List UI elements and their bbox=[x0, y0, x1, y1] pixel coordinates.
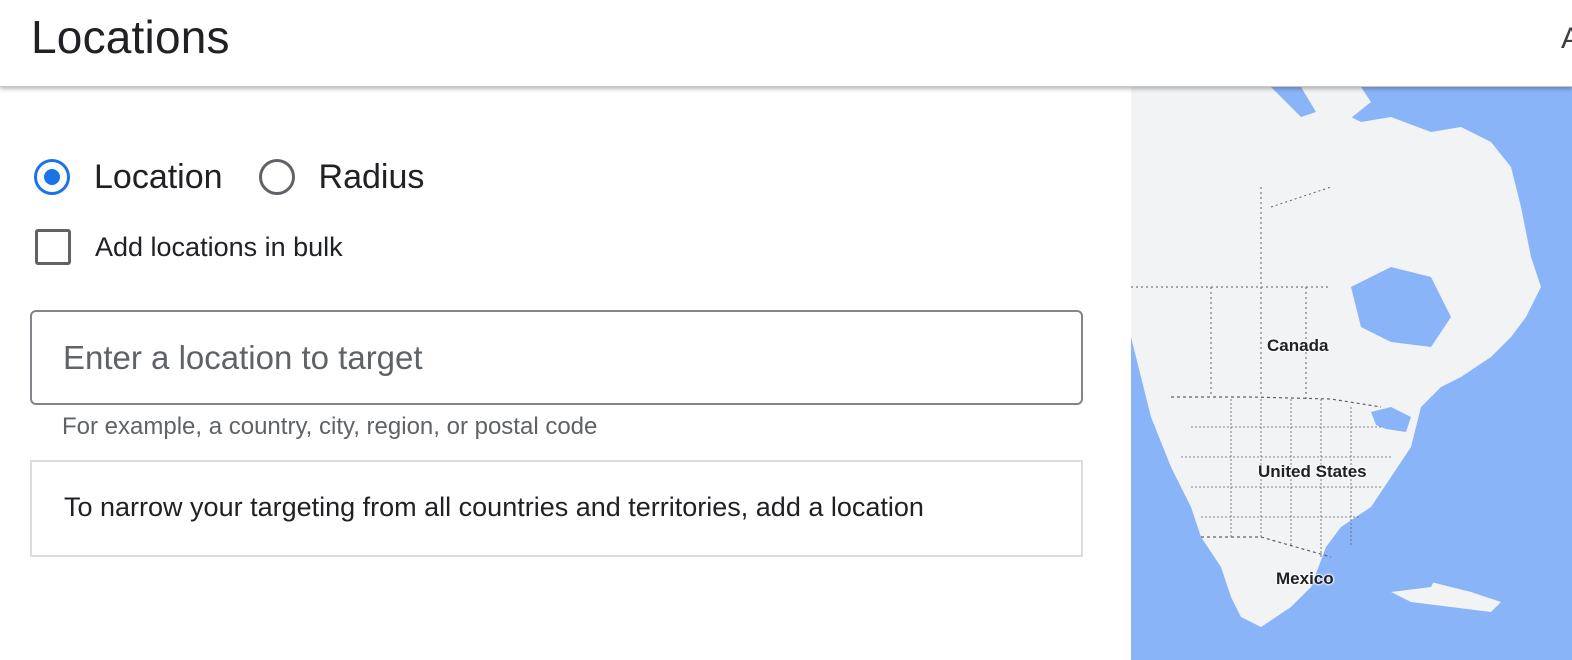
map-label-mexico: Mexico bbox=[1276, 569, 1334, 588]
bulk-locations-checkbox[interactable] bbox=[35, 229, 71, 265]
bulk-locations-label[interactable]: Add locations in bulk bbox=[95, 232, 343, 263]
location-search-field[interactable] bbox=[30, 310, 1083, 405]
bulk-locations-option: Add locations in bulk bbox=[35, 227, 343, 267]
header-edge-glyph: A bbox=[1561, 22, 1572, 55]
north-america-land bbox=[1131, 87, 1541, 627]
map-label-united-states: United States bbox=[1258, 462, 1367, 481]
location-radio[interactable] bbox=[34, 159, 70, 195]
map-label-canada: Canada bbox=[1267, 336, 1329, 355]
locations-panel: Location Radius Add locations in bulk Fo… bbox=[0, 87, 1131, 660]
gulf-of-mexico-water bbox=[1331, 542, 1441, 592]
targeting-type-radio-group: Location Radius bbox=[34, 155, 424, 199]
map-graphic bbox=[1131, 87, 1541, 627]
location-radio-label[interactable]: Location bbox=[94, 158, 223, 197]
location-search-helper-text: For example, a country, city, region, or… bbox=[62, 413, 598, 440]
location-map[interactable]: Canada United States Mexico bbox=[1131, 87, 1572, 660]
radius-radio-label[interactable]: Radius bbox=[319, 158, 425, 197]
location-search-input[interactable] bbox=[63, 312, 1043, 403]
targeting-notice-text: To narrow your targeting from all countr… bbox=[64, 492, 924, 522]
radius-radio[interactable] bbox=[258, 159, 295, 195]
page-header: Locations A bbox=[0, 0, 1572, 87]
page-title: Locations bbox=[31, 11, 230, 63]
targeting-notice: To narrow your targeting from all countr… bbox=[30, 460, 1083, 557]
